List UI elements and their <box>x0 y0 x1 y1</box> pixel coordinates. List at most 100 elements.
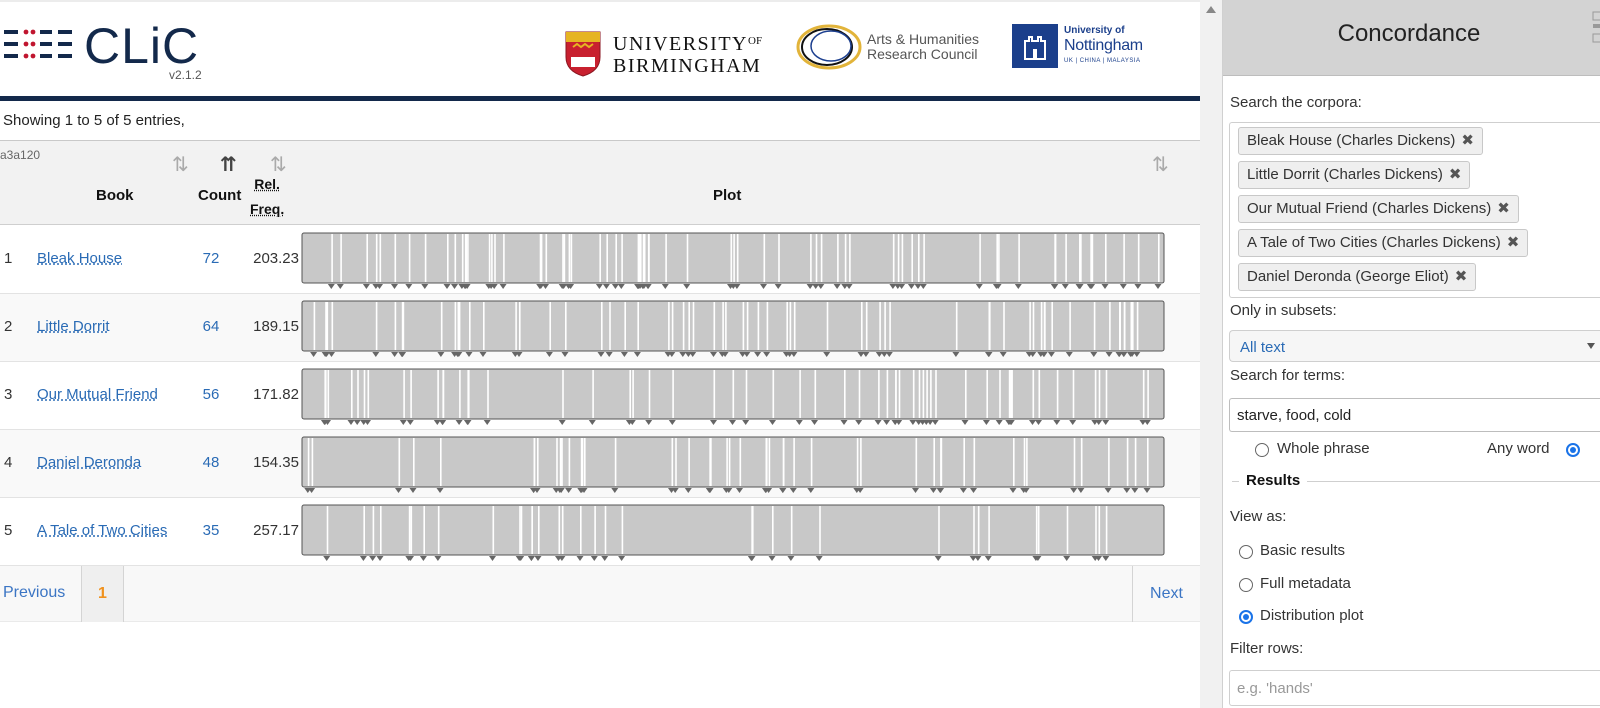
hit-arrow-icon[interactable] <box>644 284 652 289</box>
hit-arrow-icon[interactable] <box>601 556 609 561</box>
hit-arrow-icon[interactable] <box>1123 488 1131 493</box>
hit-arrow-icon[interactable] <box>1063 556 1071 561</box>
distribution-plot[interactable] <box>301 436 1184 493</box>
hit-arrow-icon[interactable] <box>1070 488 1078 493</box>
hit-arrow-icon[interactable] <box>372 352 380 357</box>
remove-chip-icon[interactable]: ✖ <box>1455 268 1468 285</box>
distribution-plot[interactable] <box>301 504 1184 561</box>
hit-arrow-icon[interactable] <box>465 352 473 357</box>
book-link[interactable]: Daniel Deronda <box>37 454 141 471</box>
hit-arrow-icon[interactable] <box>479 352 487 357</box>
hit-arrow-icon[interactable] <box>729 420 736 425</box>
main-scrollbar[interactable] <box>1200 0 1222 708</box>
hit-arrow-icon[interactable] <box>907 284 915 289</box>
count-link[interactable]: 56 <box>196 386 226 403</box>
hit-arrow-icon[interactable] <box>558 420 566 425</box>
book-link[interactable]: Little Dorrit <box>37 318 110 335</box>
hit-arrow-icon[interactable] <box>984 556 992 561</box>
column-header-book[interactable]: Book <box>96 187 134 204</box>
hit-arrow-icon[interactable] <box>369 556 377 561</box>
hit-arrow-icon[interactable] <box>328 352 335 357</box>
corpora-selector[interactable]: Bleak House (Charles Dickens) ✖ Little Do… <box>1229 122 1600 298</box>
hit-arrow-icon[interactable] <box>807 488 815 493</box>
hit-arrow-icon[interactable] <box>811 420 818 425</box>
hit-arrow-icon[interactable] <box>679 352 687 357</box>
hit-arrow-icon[interactable] <box>912 488 919 493</box>
hit-arrow-icon[interactable] <box>1143 420 1151 425</box>
hit-arrow-icon[interactable] <box>937 488 945 493</box>
hit-arrow-icon[interactable] <box>985 352 993 357</box>
hit-arrow-icon[interactable] <box>1053 420 1061 425</box>
remove-chip-icon[interactable]: ✖ <box>1449 166 1462 183</box>
full-metadata-label[interactable]: Full metadata <box>1260 575 1351 592</box>
hit-arrow-icon[interactable] <box>961 420 969 425</box>
hit-arrow-icon[interactable] <box>620 352 628 357</box>
hit-arrow-icon[interactable] <box>817 284 825 289</box>
scroll-up-arrow-icon[interactable] <box>1206 6 1216 13</box>
hit-arrow-icon[interactable] <box>391 352 399 357</box>
distribution-plot-radio[interactable] <box>1239 610 1253 624</box>
panel-resize-grip-icon[interactable] <box>1591 10 1600 44</box>
book-link[interactable]: Bleak House <box>37 250 122 267</box>
whole-phrase-radio[interactable] <box>1255 443 1269 457</box>
hit-arrow-icon[interactable] <box>1077 488 1085 493</box>
hit-arrow-icon[interactable] <box>795 420 803 425</box>
hit-arrow-icon[interactable] <box>1131 488 1139 493</box>
hit-arrow-icon[interactable] <box>1051 284 1059 289</box>
hit-arrow-icon[interactable] <box>929 488 937 493</box>
hit-arrow-icon[interactable] <box>742 420 750 425</box>
hit-arrow-icon[interactable] <box>590 556 598 561</box>
book-link[interactable]: A Tale of Two Cities <box>37 522 167 539</box>
university-of-nottingham-logo[interactable]: University of Nottingham UK | CHINA | MA… <box>1012 24 1143 68</box>
hit-arrow-icon[interactable] <box>1143 488 1151 493</box>
hit-arrow-icon[interactable] <box>419 556 427 561</box>
hit-arrow-icon[interactable] <box>1065 352 1073 357</box>
hit-arrow-icon[interactable] <box>483 420 491 425</box>
hit-arrow-icon[interactable] <box>763 352 771 357</box>
hit-arrow-icon[interactable] <box>347 420 355 425</box>
hit-arrow-icon[interactable] <box>353 420 361 425</box>
count-link[interactable]: 64 <box>196 318 226 335</box>
hit-arrow-icon[interactable] <box>974 556 982 561</box>
hit-arrow-icon[interactable] <box>909 420 917 425</box>
hit-arrow-icon[interactable] <box>931 420 939 425</box>
remove-chip-icon[interactable]: ✖ <box>1461 132 1474 149</box>
hit-arrow-icon[interactable] <box>611 284 619 289</box>
hit-arrow-icon[interactable] <box>1102 556 1110 561</box>
hit-arrow-icon[interactable] <box>437 352 445 357</box>
count-link[interactable]: 72 <box>196 250 226 267</box>
hit-arrow-icon[interactable] <box>855 420 863 425</box>
hit-arrow-icon[interactable] <box>883 420 891 425</box>
hit-arrow-icon[interactable] <box>1061 284 1069 289</box>
hit-arrow-icon[interactable] <box>683 284 691 289</box>
column-header-plot[interactable]: Plot <box>713 187 741 204</box>
hit-arrow-icon[interactable] <box>359 556 367 561</box>
next-page-button[interactable]: Next <box>1132 566 1200 622</box>
hit-arrow-icon[interactable] <box>451 284 458 289</box>
search-terms-input[interactable] <box>1229 398 1600 432</box>
count-link[interactable]: 48 <box>196 454 226 471</box>
hit-arrow-icon[interactable] <box>576 556 584 561</box>
hit-arrow-icon[interactable] <box>443 284 451 289</box>
hit-arrow-icon[interactable] <box>1119 284 1127 289</box>
hit-arrow-icon[interactable] <box>1035 420 1042 425</box>
hit-arrow-icon[interactable] <box>617 284 625 289</box>
hit-arrow-icon[interactable] <box>1120 352 1128 357</box>
hit-arrow-icon[interactable] <box>1009 488 1017 493</box>
hit-arrow-icon[interactable] <box>1101 284 1109 289</box>
distribution-plot-label[interactable]: Distribution plot <box>1260 607 1363 624</box>
hit-arrow-icon[interactable] <box>975 284 983 289</box>
hit-arrow-icon[interactable] <box>399 420 407 425</box>
hit-arrow-icon[interactable] <box>689 352 697 357</box>
hit-arrow-icon[interactable] <box>840 420 848 425</box>
whole-phrase-label[interactable]: Whole phrase <box>1277 440 1370 457</box>
hit-arrow-icon[interactable] <box>823 352 831 357</box>
hit-arrow-icon[interactable] <box>1134 284 1142 289</box>
hit-arrow-icon[interactable] <box>970 488 977 493</box>
column-header-rel-freq[interactable]: Rel. Freq. <box>250 172 284 222</box>
hit-arrow-icon[interactable] <box>436 488 444 493</box>
hit-arrow-icon[interactable] <box>768 556 776 561</box>
hit-arrow-icon[interactable] <box>545 352 553 357</box>
hit-arrow-icon[interactable] <box>542 284 549 289</box>
hit-arrow-icon[interactable] <box>1104 488 1112 493</box>
